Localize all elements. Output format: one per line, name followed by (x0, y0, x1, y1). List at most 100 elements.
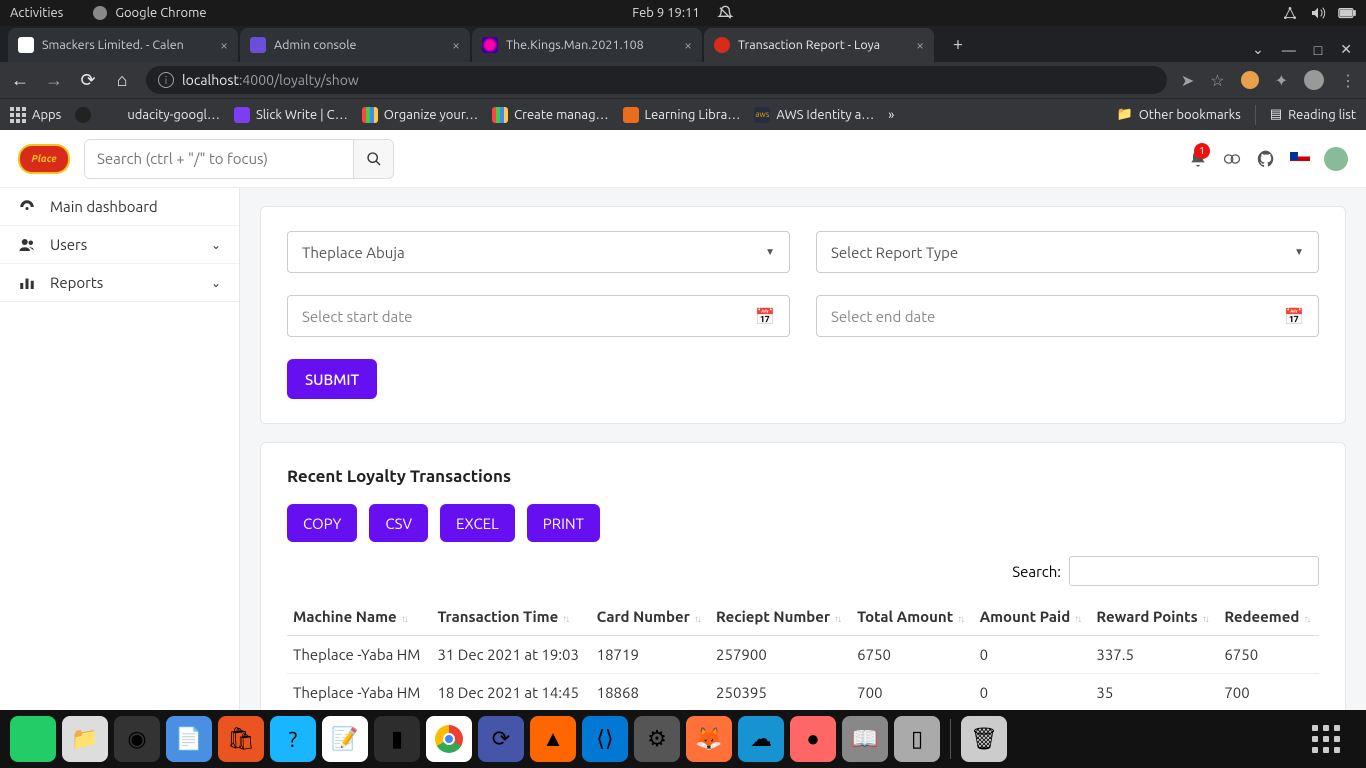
reading-list[interactable]: ▤Reading list (1270, 107, 1356, 122)
tabs-dropdown-icon[interactable]: ⌄ (1252, 41, 1264, 58)
bookmarks-overflow[interactable]: » (888, 108, 894, 122)
url-input[interactable]: i localhost:4000/loyalty/show (146, 66, 1167, 94)
apps-shortcut[interactable]: Apps (10, 107, 61, 123)
dock-software[interactable]: 🛍 (218, 716, 264, 762)
dock-files[interactable]: 📁 (62, 716, 108, 762)
extension-icon[interactable] (1241, 71, 1259, 89)
network-icon[interactable] (1282, 5, 1298, 21)
battery-icon[interactable] (1338, 7, 1356, 19)
browser-tab[interactable]: The.Kings.Man.2021.108 × (472, 28, 702, 62)
do-not-disturb-icon[interactable] (718, 5, 734, 21)
dock-vscode[interactable]: ⟨⟩ (582, 716, 628, 762)
volume-icon[interactable] (1310, 5, 1326, 21)
tab-label: The.Kings.Man.2021.108 (506, 38, 678, 52)
sidebar-item-users[interactable]: Users ⌄ (0, 226, 239, 264)
dock-app[interactable]: ⟳ (478, 716, 524, 762)
system-datetime[interactable]: Feb 9 19:11 (632, 6, 699, 20)
notifications-button[interactable]: 1 (1188, 149, 1208, 169)
export-csv-button[interactable]: CSV (369, 504, 428, 542)
sidebar-item-dashboard[interactable]: Main dashboard (0, 188, 239, 226)
dock-app[interactable]: 📖 (842, 716, 888, 762)
report-type-select[interactable]: Select Report Type ▼ (816, 231, 1319, 273)
bookmark-label: Learning Libra… (645, 108, 741, 122)
end-date-input[interactable]: Select end date 📅 (816, 295, 1319, 337)
bookmark-item[interactable]: awsAWS Identity a… (754, 107, 874, 123)
search-button[interactable] (354, 139, 394, 179)
table-column-header[interactable]: Redeemed↑↓ (1218, 598, 1319, 636)
browser-tab[interactable]: Smackers Limited. - Calen × (8, 28, 238, 62)
browser-tab-active[interactable]: Transaction Report - Loya × (704, 28, 934, 62)
browser-tab[interactable]: Admin console × (240, 28, 470, 62)
sidebar-item-label: Main dashboard (50, 198, 158, 215)
dock-settings[interactable]: ⚙ (634, 716, 680, 762)
dock-vlc[interactable]: ▲ (530, 716, 576, 762)
dock-app[interactable]: ● (790, 716, 836, 762)
dock-texteditor[interactable]: 📝 (322, 716, 368, 762)
bookmark-item[interactable]: Learning Libra… (623, 107, 741, 123)
profile-icon[interactable] (1304, 70, 1324, 90)
github-icon[interactable] (1256, 149, 1276, 169)
tab-close-icon[interactable]: × (452, 37, 460, 53)
bookmark-item[interactable]: Create manag… (492, 107, 608, 123)
theme-toggle-icon[interactable] (1222, 149, 1242, 169)
table-column-header[interactable]: Transaction Time↑↓ (431, 598, 590, 636)
url-path: :4000/loyalty/show (239, 72, 359, 88)
bookmark-item[interactable] (75, 107, 91, 123)
submit-button[interactable]: SUBMIT (287, 359, 377, 399)
dock-libreoffice[interactable]: 📄 (166, 716, 212, 762)
dock-rhythmbox[interactable]: ◉ (114, 716, 160, 762)
bookmark-label: Slick Write | C… (256, 108, 348, 122)
new-tab-button[interactable]: + (944, 30, 972, 58)
table-column-header[interactable]: Reciept Number↑↓ (710, 598, 851, 636)
reload-button[interactable]: ⟳ (78, 70, 98, 91)
dock-app[interactable]: ☁ (738, 716, 784, 762)
table-column-header[interactable]: Total Amount↑↓ (851, 598, 973, 636)
app-logo[interactable]: Place (18, 144, 70, 174)
start-date-input[interactable]: Select start date 📅 (287, 295, 790, 337)
export-copy-button[interactable]: COPY (287, 504, 357, 542)
window-minimize-icon[interactable]: — (1282, 42, 1296, 58)
export-excel-button[interactable]: EXCEL (440, 504, 515, 542)
table-row[interactable]: Theplace -Yaba HM31 Dec 2021 at 19:03187… (287, 636, 1319, 674)
dock-help[interactable]: ? (270, 716, 316, 762)
back-button[interactable]: ← (10, 70, 30, 91)
language-flag-icon[interactable] (1290, 152, 1310, 166)
tab-close-icon[interactable]: × (220, 37, 228, 53)
bookmark-icon[interactable]: ☆ (1210, 71, 1224, 90)
table-column-header[interactable]: Card Number↑↓ (591, 598, 710, 636)
extensions-menu-icon[interactable]: ✦ (1275, 71, 1288, 90)
bookmark-item[interactable]: Organize your… (362, 107, 478, 123)
chrome-menu-icon[interactable]: ⋮ (1340, 71, 1356, 90)
dock-terminal[interactable]: ▮ (374, 716, 420, 762)
window-close-icon[interactable]: ✕ (1340, 41, 1352, 58)
dock-chrome[interactable] (426, 716, 472, 762)
export-print-button[interactable]: PRINT (527, 504, 600, 542)
table-cell: 250395 (710, 674, 851, 711)
bookmark-item[interactable]: udacity-googl… (105, 107, 220, 123)
site-info-icon[interactable]: i (158, 72, 174, 88)
window-maximize-icon[interactable]: □ (1314, 42, 1322, 58)
table-search-input[interactable] (1069, 556, 1319, 586)
home-button[interactable]: ⌂ (112, 70, 132, 91)
user-avatar[interactable] (1324, 147, 1348, 171)
location-select[interactable]: Theplace Abuja ▼ (287, 231, 790, 273)
other-bookmarks[interactable]: 📁Other bookmarks (1117, 107, 1241, 122)
show-applications-button[interactable] (1312, 725, 1340, 753)
table-column-header[interactable]: Reward Points↑↓ (1090, 598, 1218, 636)
dock-trash[interactable]: 🗑 (961, 716, 1007, 762)
sidebar-item-reports[interactable]: Reports ⌄ (0, 264, 239, 302)
table-row[interactable]: Theplace -Yaba HM18 Dec 2021 at 14:45188… (287, 674, 1319, 711)
table-cell: 18868 (591, 674, 710, 711)
global-search-input[interactable] (84, 139, 354, 179)
table-column-header[interactable]: Machine Name↑↓ (287, 598, 431, 636)
dock-app[interactable] (10, 716, 56, 762)
dock-app[interactable]: ▯ (894, 716, 940, 762)
send-icon[interactable]: ➤ (1181, 71, 1194, 90)
tab-close-icon[interactable]: × (916, 37, 924, 53)
dock-firefox[interactable]: 🦊 (686, 716, 732, 762)
table-column-header[interactable]: Amount Paid↑↓ (974, 598, 1091, 636)
tab-close-icon[interactable]: × (684, 37, 692, 53)
activities-button[interactable]: Activities (10, 6, 63, 20)
bookmark-item[interactable]: Slick Write | C… (234, 107, 348, 123)
forward-button[interactable]: → (44, 70, 64, 91)
